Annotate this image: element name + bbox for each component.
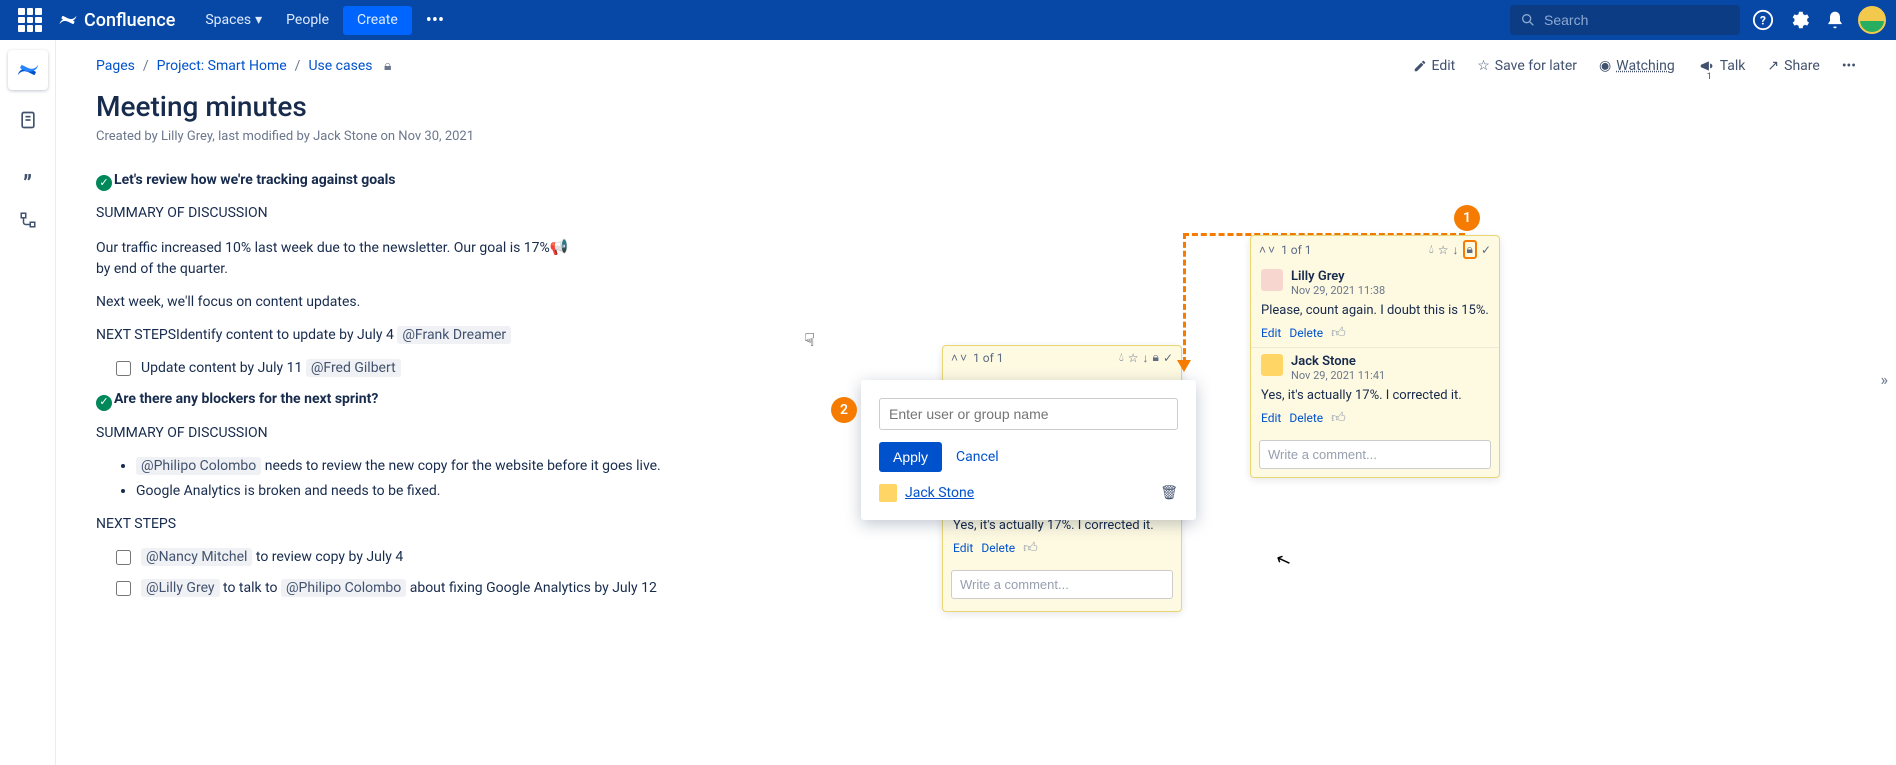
mention-philipo-2[interactable]: @Philipo Colombo	[281, 579, 406, 597]
task-checkbox-2[interactable]	[116, 550, 131, 565]
page-meta: Created by Lilly Grey, last modified by …	[96, 129, 1856, 144]
comment-delete[interactable]: Delete	[1289, 326, 1323, 340]
primary-nav: Spaces▾ People Create •••	[195, 6, 454, 35]
comment-edit[interactable]: Edit	[1261, 326, 1281, 340]
app-switcher-icon[interactable]	[18, 8, 42, 32]
chevron-down-icon: ▾	[255, 12, 262, 28]
comment-next-icon[interactable]: ˅	[1268, 243, 1275, 257]
comment-panel-primary: ˄ ˅ 1 of 1 💧︎ ☆ ↓ 🔒︎ ✓ Lilly Grey	[1250, 235, 1500, 478]
comment-delete[interactable]: Delete	[981, 541, 1015, 555]
comment-avatar	[1261, 354, 1283, 376]
comment-prev-icon[interactable]: ˄	[1259, 243, 1266, 257]
star-icon[interactable]: ☆	[1438, 243, 1449, 257]
like-icon[interactable]: 👍︎	[1331, 409, 1346, 426]
lock-icon[interactable]: 🔒︎	[1153, 350, 1159, 365]
like-icon[interactable]: 👍︎	[1331, 324, 1346, 341]
mention-frank[interactable]: @Frank Dreamer	[397, 326, 511, 344]
nav-spaces[interactable]: Spaces▾	[195, 6, 272, 35]
cancel-link[interactable]: Cancel	[956, 449, 999, 465]
comment-next-icon[interactable]: ˅	[960, 351, 967, 365]
share-button[interactable]: ↗Share	[1767, 58, 1819, 74]
permission-popup: Apply Cancel Jack Stone 🗑︎	[861, 380, 1196, 520]
comment-prev-icon[interactable]: ˄	[951, 351, 958, 365]
rail-quotes-icon[interactable]: „	[8, 150, 48, 190]
annotation-badge-2: 2	[831, 397, 857, 423]
watching-button[interactable]: ◉Watching	[1599, 58, 1675, 74]
talk-icon	[1697, 59, 1715, 73]
mention-philipo[interactable]: @Philipo Colombo	[136, 457, 261, 475]
comment-reply-input[interactable]	[951, 570, 1173, 599]
rail-space-icon[interactable]	[8, 50, 48, 90]
edit-button[interactable]: Edit	[1413, 58, 1456, 74]
mention-lilly[interactable]: @Lilly Grey	[141, 579, 220, 597]
apply-button[interactable]: Apply	[879, 442, 942, 472]
rail-tree-icon[interactable]	[8, 200, 48, 240]
global-header: Confluence Spaces▾ People Create ••• ?	[0, 0, 1896, 40]
resolve-icon[interactable]: ✓	[1163, 351, 1173, 365]
check-icon: ✓	[96, 175, 112, 191]
comment-delete[interactable]: Delete	[1289, 411, 1323, 425]
like-icon[interactable]: 👍︎	[1023, 539, 1038, 556]
help-icon[interactable]: ?	[1750, 7, 1776, 33]
star-icon[interactable]: ☆	[1128, 351, 1139, 365]
expand-chevrons-icon[interactable]: »	[1881, 370, 1889, 389]
header-right: ?	[1510, 5, 1886, 35]
task-checkbox-3[interactable]	[116, 581, 131, 596]
user-avatar[interactable]	[1858, 6, 1886, 34]
page-title: Meeting minutes	[96, 90, 1856, 123]
comment-edit[interactable]: Edit	[1261, 411, 1281, 425]
mention-nancy[interactable]: @Nancy Mitchel	[141, 548, 252, 566]
trash-icon[interactable]: 🗑︎	[1160, 485, 1178, 501]
more-menu-icon[interactable]: •••	[416, 6, 454, 35]
annotation-arrowhead	[1177, 360, 1191, 372]
search-input[interactable]	[1544, 12, 1724, 28]
share-icon: ↗	[1767, 58, 1779, 74]
svg-text:?: ?	[1760, 14, 1766, 28]
drop-icon[interactable]: 💧︎	[1429, 242, 1434, 257]
annotation-arrow	[1183, 233, 1186, 363]
user-avatar-small	[879, 484, 897, 502]
check-icon: ✓	[96, 395, 112, 411]
star-icon: ☆	[1477, 58, 1490, 74]
comment-avatar	[1261, 269, 1283, 291]
page-restricted-icon[interactable]: 🔒︎	[380, 58, 391, 74]
eye-icon: ◉	[1599, 58, 1611, 74]
confluence-logo[interactable]: Confluence	[58, 10, 175, 31]
comment-edit[interactable]: Edit	[953, 541, 973, 555]
breadcrumb-usecases[interactable]: Use cases	[308, 58, 372, 74]
create-button[interactable]: Create	[343, 6, 412, 35]
breadcrumb-project[interactable]: Project: Smart Home	[157, 58, 287, 74]
save-for-later-button[interactable]: ☆Save for later	[1477, 58, 1577, 74]
down-icon[interactable]: ↓	[1453, 243, 1459, 257]
breadcrumb-pages[interactable]: Pages	[96, 58, 135, 74]
page-content: Pages / Project: Smart Home / Use cases …	[56, 40, 1896, 765]
megaphone-icon: 📢	[550, 238, 569, 256]
search-box[interactable]	[1510, 5, 1740, 35]
search-icon	[1520, 12, 1536, 28]
drop-icon[interactable]: 💧︎	[1119, 350, 1124, 365]
comment-reply-input[interactable]	[1259, 440, 1491, 469]
mention-fred[interactable]: @Fred Gilbert	[306, 359, 401, 377]
talk-button[interactable]: Talk	[1697, 58, 1746, 74]
settings-icon[interactable]	[1786, 7, 1812, 33]
resolve-icon[interactable]: ✓	[1481, 243, 1491, 257]
lock-icon[interactable]: 🔒︎	[1463, 240, 1477, 259]
nav-people[interactable]: People	[276, 6, 339, 35]
user-link[interactable]: Jack Stone	[905, 485, 974, 501]
notifications-icon[interactable]	[1822, 7, 1848, 33]
app-name: Confluence	[84, 10, 175, 31]
page-more-icon[interactable]: •••	[1842, 58, 1856, 74]
user-group-input[interactable]	[879, 398, 1178, 430]
left-rail: „	[0, 40, 56, 765]
rail-pages-icon[interactable]	[8, 100, 48, 140]
confluence-icon	[58, 10, 78, 30]
task-checkbox-1[interactable]	[116, 361, 131, 376]
sidebar-expand-controls: »	[1881, 370, 1889, 389]
annotation-badge-1: 1	[1454, 205, 1480, 231]
page-actions: Edit ☆Save for later ◉Watching Talk ↗Sha…	[1413, 58, 1856, 74]
down-icon[interactable]: ↓	[1143, 351, 1149, 365]
